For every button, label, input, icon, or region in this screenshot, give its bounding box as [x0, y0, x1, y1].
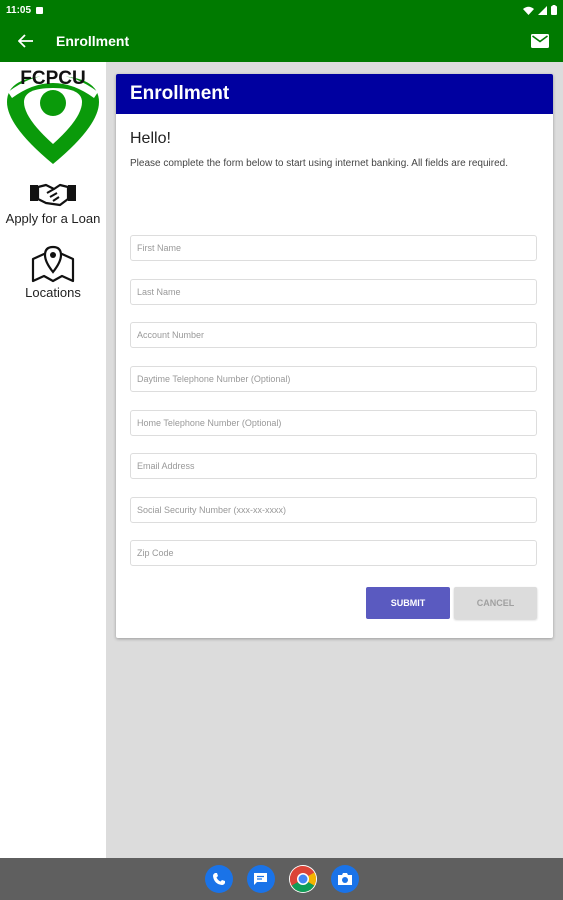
app-bar-title: Enrollment — [56, 33, 130, 49]
fcpcu-logo: FCPCU — [7, 68, 99, 164]
status-time: 11:05 — [6, 4, 32, 16]
greeting: Hello! — [130, 130, 171, 147]
notification-icon — [36, 6, 44, 14]
intro-text: Please complete the form below to start … — [130, 158, 508, 169]
camera-icon — [337, 873, 352, 885]
zip-code-field[interactable] — [130, 540, 537, 566]
sidebar-item-label: Apply for a Loan — [5, 211, 101, 226]
home-phone-field[interactable] — [130, 410, 537, 436]
chrome-icon — [289, 865, 316, 893]
chrome-app-button[interactable] — [288, 865, 317, 893]
cancel-button[interactable]: CANCEL — [454, 587, 537, 619]
signal-icon — [538, 5, 547, 15]
messages-app-button[interactable] — [246, 865, 275, 893]
back-button[interactable] — [0, 20, 52, 62]
daytime-phone-field[interactable] — [130, 366, 537, 392]
system-dock — [0, 858, 563, 900]
ssn-field[interactable] — [130, 497, 537, 523]
enrollment-card: Enrollment Hello! Please complete the fo… — [116, 74, 553, 638]
status-bar: 11:05 — [0, 0, 563, 20]
wifi-icon — [523, 6, 534, 15]
svg-text:FCPCU: FCPCU — [20, 68, 85, 89]
sidebar-item-label: Locations — [25, 285, 81, 300]
messages-icon — [254, 873, 267, 885]
map-pin-icon — [31, 245, 75, 283]
phone-icon — [212, 873, 225, 885]
sidebar: FCPCU Apply for a Loan Locations — [0, 62, 106, 858]
battery-icon — [551, 5, 557, 15]
card-title: Enrollment — [116, 74, 553, 114]
app-bar: Enrollment — [0, 20, 563, 62]
camera-app-button[interactable] — [330, 865, 359, 893]
handshake-icon — [30, 183, 76, 207]
account-number-field[interactable] — [130, 322, 537, 348]
sidebar-item-apply-loan[interactable]: Apply for a Loan — [0, 179, 106, 226]
mail-button[interactable] — [517, 20, 563, 62]
email-field[interactable] — [130, 453, 537, 479]
first-name-field[interactable] — [130, 235, 537, 261]
phone-app-button[interactable] — [204, 865, 233, 893]
sidebar-item-locations[interactable]: Locations — [0, 245, 106, 300]
mail-icon — [531, 34, 549, 48]
submit-button[interactable]: SUBMIT — [366, 587, 450, 619]
last-name-field[interactable] — [130, 279, 537, 305]
back-arrow-icon — [18, 34, 33, 48]
